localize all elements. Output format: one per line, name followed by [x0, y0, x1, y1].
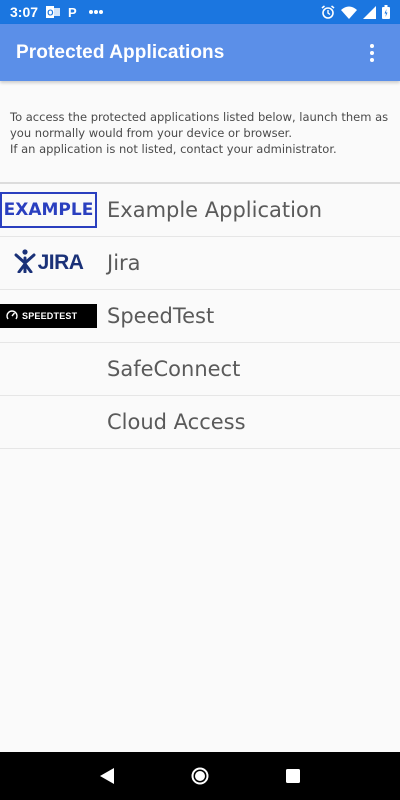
- info-text: To access the protected applications lis…: [0, 81, 400, 182]
- app-item-jira[interactable]: JIRA Jira: [0, 237, 400, 290]
- status-right: [321, 5, 390, 19]
- application-list: EXAMPLE Example Application JIRA Jira SP…: [0, 184, 400, 449]
- jira-logo: JIRA: [0, 245, 97, 281]
- speedtest-logo-text: SPEEDTEST: [22, 311, 78, 321]
- app-bar: Protected Applications: [0, 24, 400, 81]
- app-name: SpeedTest: [107, 304, 215, 328]
- app-item-safeconnect[interactable]: SafeConnect: [0, 343, 400, 396]
- speedtest-logo: SPEEDTEST: [0, 298, 97, 334]
- app-name: Jira: [107, 251, 141, 275]
- info-line-1: To access the protected applications lis…: [10, 110, 389, 140]
- status-bar: 3:07 O P: [0, 0, 400, 24]
- app-item-speedtest[interactable]: SPEEDTEST SpeedTest: [0, 290, 400, 343]
- more-notifications-icon: [88, 9, 104, 15]
- svg-text:P: P: [68, 5, 77, 19]
- app-name: Example Application: [107, 198, 323, 222]
- app-name: Cloud Access: [107, 410, 246, 434]
- page-title: Protected Applications: [16, 41, 225, 63]
- navigation-bar: [0, 752, 400, 800]
- app-item-cloud-access[interactable]: Cloud Access: [0, 396, 400, 449]
- battery-icon: [382, 5, 390, 19]
- outlook-icon: O: [46, 5, 61, 19]
- jira-logo-text: JIRA: [37, 251, 84, 274]
- app-name: SafeConnect: [107, 357, 241, 381]
- status-left: 3:07 O P: [10, 4, 104, 20]
- svg-text:O: O: [47, 9, 53, 18]
- logo-placeholder: [0, 404, 97, 440]
- home-icon[interactable]: [180, 756, 220, 796]
- app-item-example-application[interactable]: EXAMPLE Example Application: [0, 184, 400, 237]
- example-logo: EXAMPLE: [0, 192, 97, 228]
- info-line-2: If an application is not listed, contact…: [10, 142, 337, 156]
- logo-placeholder: [0, 351, 97, 387]
- back-icon[interactable]: [87, 756, 127, 796]
- recents-icon[interactable]: [273, 756, 313, 796]
- status-time: 3:07: [10, 4, 39, 20]
- more-vert-icon[interactable]: [360, 33, 384, 73]
- paypal-icon: P: [68, 5, 80, 19]
- signal-icon: [363, 5, 376, 19]
- wifi-icon: [341, 6, 357, 19]
- speedometer-icon: [6, 309, 18, 323]
- alarm-icon: [321, 5, 335, 19]
- jira-icon: [14, 248, 36, 278]
- example-logo-text: EXAMPLE: [0, 192, 97, 228]
